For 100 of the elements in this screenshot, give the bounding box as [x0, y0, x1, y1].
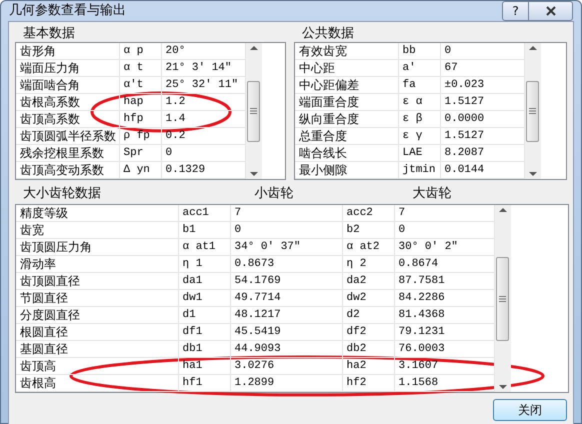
value-cell: 44.9093 [230, 340, 342, 358]
symbol-cell: LAE [398, 144, 440, 162]
help-button[interactable]: ? [502, 1, 529, 21]
value-cell: 0.8673 [230, 256, 342, 273]
symbol-cell: hf2 [342, 374, 394, 392]
symbol-cell: dw1 [178, 290, 230, 307]
column-heading: 大齿轮 [412, 186, 452, 202]
row-label: 基圆直径 [16, 340, 178, 358]
value-cell: 54.1769 [230, 272, 342, 290]
symbol-cell: Spr [119, 144, 161, 162]
value-cell: 0 [230, 222, 342, 239]
value-cell: 1.5127 [440, 128, 524, 145]
symbol-cell: b2 [342, 222, 394, 239]
symbol-cell: hfp [119, 110, 161, 128]
value-cell: 76.0003 [394, 340, 494, 358]
value-cell: 0.0144 [440, 162, 524, 178]
symbol-cell: b1 [178, 222, 230, 239]
symbol-cell: ε γ [398, 128, 440, 145]
close-dialog-button[interactable]: 关闭 [493, 399, 567, 421]
close-button[interactable] [529, 1, 573, 21]
scroll-up-icon[interactable] [498, 207, 506, 212]
symbol-cell: Δ yn [119, 162, 161, 178]
symbol-cell: fa [398, 76, 440, 94]
value-cell: 25° 32′ 11″ [161, 76, 245, 94]
value-cell: 48.1217 [230, 306, 342, 324]
value-cell: 20° [161, 43, 245, 60]
symbol-cell: df1 [178, 324, 230, 341]
row-label: 有效齿宽 [295, 43, 398, 60]
close-icon [546, 6, 556, 16]
symbol-cell: bb [398, 43, 440, 60]
symbol-cell: ha2 [342, 358, 394, 375]
column-heading: 小齿轮 [254, 186, 294, 202]
symbol-cell: α′t [119, 76, 161, 94]
symbol-cell: db1 [178, 340, 230, 358]
symbol-cell: db2 [342, 340, 394, 358]
value-cell: 0.1329 [161, 162, 245, 178]
symbol-cell: d1 [178, 306, 230, 324]
symbol-cell: α t [119, 60, 161, 77]
scroll-down-icon[interactable] [250, 172, 258, 177]
value-cell: 1.2 [161, 94, 245, 111]
row-label: 齿顶圆直径 [16, 272, 178, 290]
value-cell: 1.2899 [230, 374, 342, 392]
scroll-up-icon[interactable] [250, 45, 258, 50]
row-label: 中心距偏差 [295, 76, 398, 94]
value-cell: ±0.023 [440, 76, 524, 94]
symbol-cell: df2 [342, 324, 394, 341]
value-cell: 79.1231 [394, 324, 494, 341]
value-cell: 0 [161, 144, 245, 162]
group-title: 公共数据 [301, 26, 355, 42]
symbol-cell: a′ [398, 60, 440, 77]
value-cell: 1.1568 [394, 374, 494, 392]
row-label: 根圆直径 [16, 324, 178, 341]
value-cell: 30° 0′ 2″ [394, 238, 494, 256]
row-label: 齿顶高变动系数 [16, 162, 119, 178]
symbol-cell: d2 [342, 306, 394, 324]
value-cell: 21° 3′ 14″ [161, 60, 245, 77]
value-cell: 0 [394, 222, 494, 239]
value-cell: 7 [230, 205, 342, 222]
row-label: 齿顶高 [16, 358, 178, 375]
value-cell: 1.4 [161, 110, 245, 128]
scroll-up-icon[interactable] [528, 45, 536, 50]
value-cell: 3.0276 [230, 358, 342, 375]
symbol-cell: ρ fp [119, 128, 161, 145]
scroll-down-icon[interactable] [528, 172, 536, 177]
row-label: 最小侧隙 [295, 162, 398, 178]
scrollbar-thumb[interactable] [247, 80, 260, 142]
scroll-down-icon[interactable] [498, 385, 506, 390]
symbol-cell: ε α [398, 94, 440, 111]
symbol-cell: α p [119, 43, 161, 60]
symbol-cell: η 1 [178, 256, 230, 273]
scrollbar-thumb[interactable] [496, 256, 509, 340]
row-label: 齿宽 [16, 222, 178, 239]
value-cell: 0.8674 [394, 256, 494, 273]
value-cell: 1.5127 [440, 94, 524, 111]
value-cell: 0 [440, 43, 524, 60]
group-title: 基本数据 [22, 26, 76, 42]
row-label: 齿顶圆弧半径系数 [16, 128, 119, 145]
symbol-cell: da1 [178, 272, 230, 290]
value-cell: 87.7581 [394, 272, 494, 290]
symbol-cell: dw2 [342, 290, 394, 307]
value-cell: 34° 0′ 37″ [230, 238, 342, 256]
value-cell: 45.5419 [230, 324, 342, 341]
scrollbar-thumb[interactable] [526, 80, 539, 142]
row-label: 齿形角 [16, 43, 119, 60]
row-label: 端面压力角 [16, 60, 119, 77]
row-label: 节圆直径 [16, 290, 178, 307]
value-cell: 8.2087 [440, 144, 524, 162]
symbol-cell: ε β [398, 110, 440, 128]
value-cell: 0.0000 [440, 110, 524, 128]
value-cell: 49.7714 [230, 290, 342, 307]
symbol-cell: ha1 [178, 358, 230, 375]
symbol-cell: α at2 [342, 238, 394, 256]
value-cell: 3.1607 [394, 358, 494, 375]
row-label: 中心距 [295, 60, 398, 77]
row-label: 啮合线长 [295, 144, 398, 162]
row-label: 端面啮合角 [16, 76, 119, 94]
value-cell: 7 [394, 205, 494, 222]
row-label: 总重合度 [295, 128, 398, 145]
value-cell: 81.4368 [394, 306, 494, 324]
symbol-cell: η 2 [342, 256, 394, 273]
